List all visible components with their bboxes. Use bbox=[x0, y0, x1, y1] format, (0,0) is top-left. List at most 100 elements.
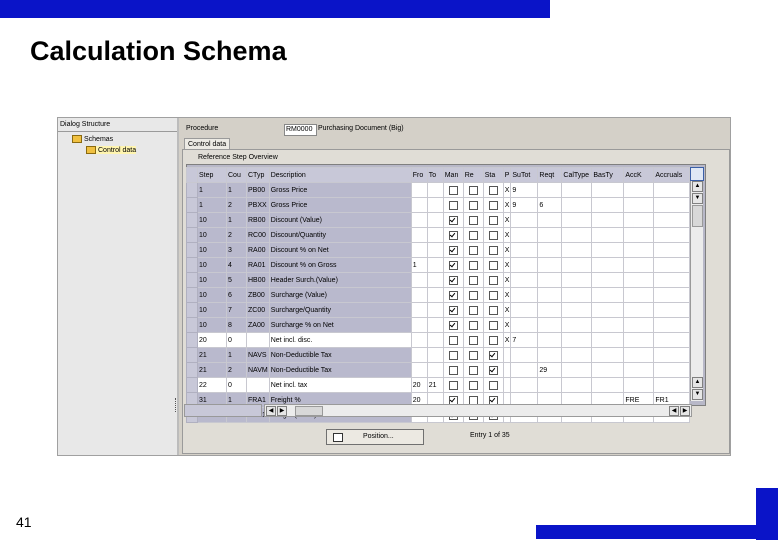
cell-caltype[interactable] bbox=[561, 287, 593, 303]
cell-reqt[interactable] bbox=[537, 347, 563, 363]
cell-accruals[interactable] bbox=[653, 227, 691, 243]
cell-to[interactable] bbox=[426, 227, 444, 243]
table-row[interactable]: 10 6 ZB00 Surcharge (Value) X bbox=[186, 287, 691, 303]
cell-accruals[interactable] bbox=[653, 257, 691, 273]
cell-cou[interactable]: 6 bbox=[226, 287, 247, 303]
checkbox[interactable] bbox=[468, 200, 478, 210]
cell-accruals[interactable] bbox=[653, 302, 691, 318]
horizontal-scrollbar[interactable]: ◀ ▶ ◀ ▶ bbox=[264, 404, 692, 417]
cell-reqt[interactable] bbox=[537, 317, 563, 333]
table-row[interactable]: 21 2 NAVM Non-Deductible Tax 29 bbox=[186, 362, 691, 378]
cell-accruals[interactable] bbox=[653, 377, 691, 393]
checkbox[interactable] bbox=[468, 230, 478, 240]
cell-p[interactable]: X bbox=[502, 182, 512, 198]
cell-re-checkbox[interactable] bbox=[462, 302, 484, 318]
row-marker[interactable] bbox=[186, 287, 198, 303]
checkbox[interactable] bbox=[468, 290, 478, 300]
cell-step[interactable]: 22 bbox=[197, 377, 227, 393]
cell-man-checkbox[interactable] bbox=[442, 257, 464, 273]
cell-caltype[interactable] bbox=[561, 377, 593, 393]
column-header[interactable]: SuTot bbox=[510, 167, 539, 183]
cell-cou[interactable]: 1 bbox=[226, 182, 247, 198]
cell-caltype[interactable] bbox=[561, 257, 593, 273]
cell-reqt[interactable] bbox=[537, 212, 563, 228]
checkbox[interactable] bbox=[488, 260, 498, 270]
column-config-icon[interactable] bbox=[690, 167, 704, 181]
table-row[interactable]: 10 8 ZA00 Surcharge % on Net X bbox=[186, 317, 691, 333]
cell-desc[interactable]: Surcharge % on Net bbox=[268, 317, 412, 333]
cell-sutot[interactable] bbox=[510, 257, 539, 273]
scroll-left-end-icon[interactable]: ◀ bbox=[669, 406, 679, 416]
checkbox[interactable] bbox=[488, 350, 498, 360]
cell-desc[interactable]: Net incl. disc. bbox=[268, 332, 412, 348]
hscroll-thumb[interactable] bbox=[295, 406, 323, 416]
cell-reqt[interactable] bbox=[537, 242, 563, 258]
cell-reqt[interactable] bbox=[537, 287, 563, 303]
cell-to[interactable] bbox=[426, 332, 444, 348]
cell-ctyp[interactable]: ZB00 bbox=[246, 287, 270, 303]
checkbox[interactable] bbox=[468, 215, 478, 225]
cell-ctyp[interactable]: NAVS bbox=[246, 347, 270, 363]
cell-fro[interactable] bbox=[410, 332, 428, 348]
cell-step[interactable]: 10 bbox=[197, 242, 227, 258]
cell-man-checkbox[interactable] bbox=[442, 347, 464, 363]
cell-basty[interactable] bbox=[591, 242, 625, 258]
scroll-up-bottom-icon[interactable]: ▲ bbox=[692, 377, 703, 388]
cell-p[interactable]: X bbox=[502, 272, 512, 288]
cell-reqt[interactable]: 6 bbox=[537, 197, 563, 213]
cell-desc[interactable]: Non-Deductible Tax bbox=[268, 347, 412, 363]
column-header[interactable]: Description bbox=[268, 167, 412, 183]
column-header[interactable]: BasTy bbox=[591, 167, 625, 183]
cell-cou[interactable]: 2 bbox=[226, 197, 247, 213]
scroll-down-icon[interactable]: ▼ bbox=[692, 193, 703, 204]
cell-accK[interactable] bbox=[623, 362, 655, 378]
row-marker[interactable] bbox=[186, 212, 198, 228]
cell-re-checkbox[interactable] bbox=[462, 362, 484, 378]
checkbox[interactable] bbox=[448, 365, 458, 375]
cell-p[interactable]: X bbox=[502, 332, 512, 348]
cell-step[interactable]: 21 bbox=[197, 362, 227, 378]
cell-accruals[interactable] bbox=[653, 242, 691, 258]
column-header[interactable]: Step bbox=[197, 167, 227, 183]
cell-to[interactable] bbox=[426, 257, 444, 273]
splitter-handle[interactable] bbox=[175, 398, 179, 412]
cell-ctyp[interactable]: NAVM bbox=[246, 362, 270, 378]
cell-sta-checkbox[interactable] bbox=[482, 377, 504, 393]
cell-accK[interactable] bbox=[623, 257, 655, 273]
cell-reqt[interactable] bbox=[537, 227, 563, 243]
cell-to[interactable] bbox=[426, 317, 444, 333]
column-header[interactable]: AccK bbox=[623, 167, 655, 183]
column-header[interactable]: Reqt bbox=[537, 167, 563, 183]
checkbox[interactable] bbox=[468, 275, 478, 285]
checkbox[interactable] bbox=[488, 230, 498, 240]
cell-basty[interactable] bbox=[591, 257, 625, 273]
cell-desc[interactable]: Discount (Value) bbox=[268, 212, 412, 228]
cell-desc[interactable]: Net incl. tax bbox=[268, 377, 412, 393]
cell-accK[interactable] bbox=[623, 347, 655, 363]
cell-fro[interactable] bbox=[410, 287, 428, 303]
column-header[interactable]: Accruals bbox=[653, 167, 691, 183]
checkbox[interactable] bbox=[488, 275, 498, 285]
row-marker[interactable] bbox=[186, 257, 198, 273]
nav-item-schemas[interactable]: Schemas bbox=[72, 135, 113, 143]
checkbox[interactable] bbox=[488, 335, 498, 345]
checkbox[interactable] bbox=[448, 185, 458, 195]
checkbox[interactable] bbox=[468, 320, 478, 330]
cell-fro[interactable] bbox=[410, 227, 428, 243]
cell-re-checkbox[interactable] bbox=[462, 347, 484, 363]
cell-accruals[interactable] bbox=[653, 362, 691, 378]
cell-caltype[interactable] bbox=[561, 242, 593, 258]
column-header[interactable]: To bbox=[426, 167, 444, 183]
cell-man-checkbox[interactable] bbox=[442, 362, 464, 378]
cell-accK[interactable] bbox=[623, 182, 655, 198]
cell-step[interactable]: 10 bbox=[197, 287, 227, 303]
cell-fro[interactable] bbox=[410, 317, 428, 333]
cell-cou[interactable]: 4 bbox=[226, 257, 247, 273]
cell-basty[interactable] bbox=[591, 347, 625, 363]
cell-accK[interactable] bbox=[623, 287, 655, 303]
table-row[interactable]: 21 1 NAVS Non-Deductible Tax bbox=[186, 347, 691, 363]
checkbox[interactable] bbox=[468, 305, 478, 315]
cell-basty[interactable] bbox=[591, 332, 625, 348]
cell-man-checkbox[interactable] bbox=[442, 302, 464, 318]
cell-sutot[interactable] bbox=[510, 272, 539, 288]
